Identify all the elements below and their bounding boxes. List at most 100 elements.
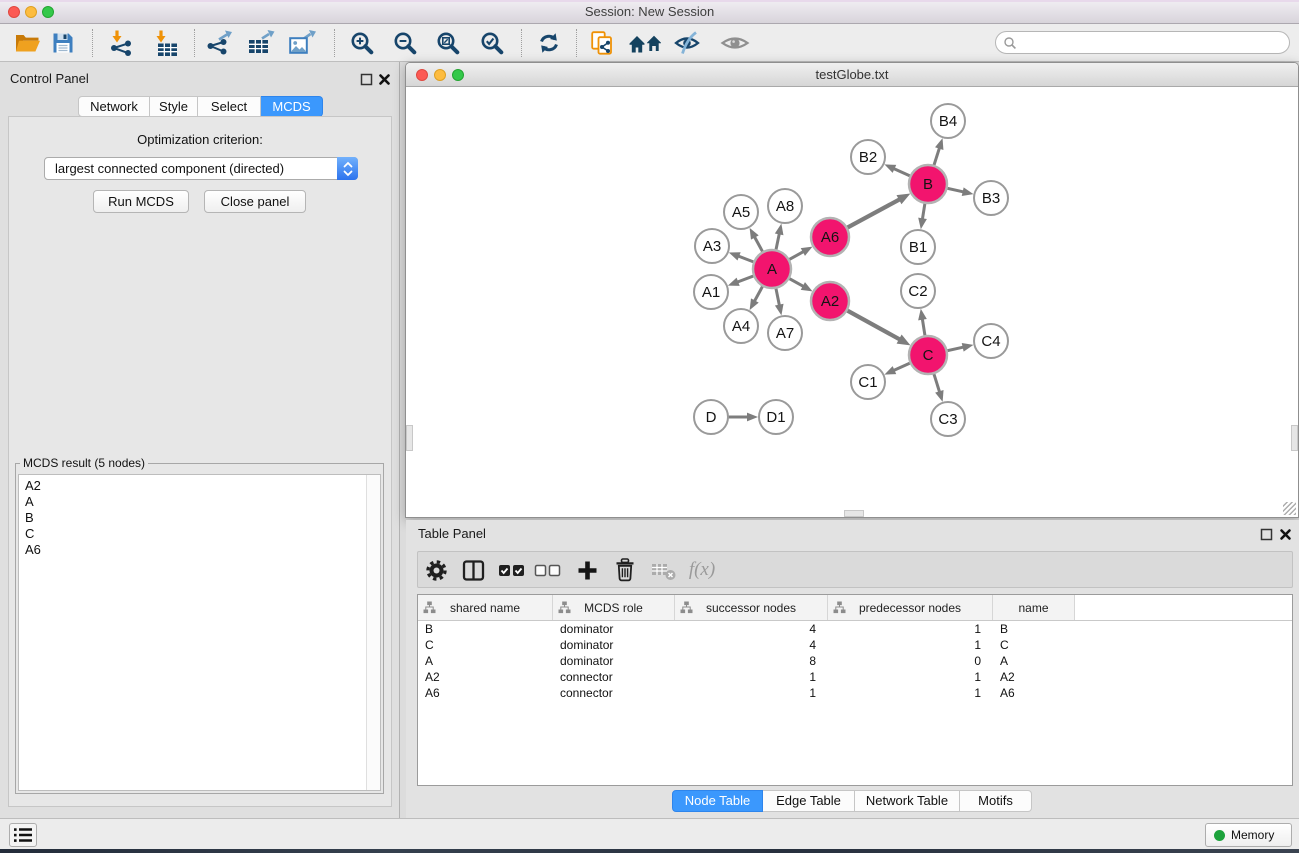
- close-table-panel-button[interactable]: [1277, 528, 1293, 544]
- canvas-right-scrollbar[interactable]: [1291, 425, 1298, 451]
- graph-node-A[interactable]: A: [753, 250, 791, 288]
- mcds-result-item[interactable]: C: [19, 526, 380, 542]
- resize-grip[interactable]: [1283, 502, 1296, 515]
- mcds-result-item[interactable]: A6: [19, 542, 380, 558]
- canvas-bottom-scrollbar[interactable]: [844, 510, 864, 517]
- mcds-result-item[interactable]: A2: [19, 478, 380, 494]
- graph-node-D[interactable]: D: [694, 400, 728, 434]
- export-network-button[interactable]: [201, 26, 237, 60]
- canvas-left-scrollbar[interactable]: [406, 425, 413, 451]
- task-history-button[interactable]: [9, 823, 37, 847]
- graph-node-B3[interactable]: B3: [974, 181, 1008, 215]
- table-cell[interactable]: A: [418, 653, 553, 669]
- graph-node-A5[interactable]: A5: [724, 195, 758, 229]
- neighbors-button[interactable]: [628, 26, 664, 60]
- graph-node-C[interactable]: C: [909, 336, 947, 374]
- table-cell[interactable]: 1: [828, 685, 993, 701]
- graph-node-A7[interactable]: A7: [768, 316, 802, 350]
- column-header-successor-nodes[interactable]: successor nodes: [675, 595, 828, 620]
- graph-node-C3[interactable]: C3: [931, 402, 965, 436]
- table-cell[interactable]: 1: [675, 669, 828, 685]
- import-table-button[interactable]: [148, 26, 184, 60]
- table-cell[interactable]: 1: [828, 621, 993, 637]
- table-options-button[interactable]: [420, 555, 452, 585]
- table-cell[interactable]: B: [993, 621, 1075, 637]
- table-cell[interactable]: C: [993, 637, 1075, 653]
- table-cell[interactable]: A: [993, 653, 1075, 669]
- graph-node-C1[interactable]: C1: [851, 365, 885, 399]
- graph-node-B4[interactable]: B4: [931, 104, 965, 138]
- memory-button[interactable]: Memory: [1205, 823, 1292, 847]
- hide-selected-button[interactable]: [670, 26, 706, 60]
- table-cell[interactable]: C: [418, 637, 553, 653]
- table-cell[interactable]: A6: [993, 685, 1075, 701]
- tab-motifs[interactable]: Motifs: [960, 790, 1032, 812]
- tab-select[interactable]: Select: [198, 96, 261, 117]
- network-canvas[interactable]: B4 B2 B B3 A8 A5 A6 A3 B1 A A1 C2 A2 A4 A7 C4 C C1 C3 D D1: [406, 87, 1298, 517]
- graph-node-B2[interactable]: B2: [851, 140, 885, 174]
- table-cell[interactable]: 0: [828, 653, 993, 669]
- float-table-panel-button[interactable]: [1258, 528, 1274, 544]
- graph-node-D1[interactable]: D1: [759, 400, 793, 434]
- save-session-button[interactable]: [45, 26, 81, 60]
- graph-node-C4[interactable]: C4: [974, 324, 1008, 358]
- table-cell[interactable]: 1: [828, 669, 993, 685]
- tab-mcds[interactable]: MCDS: [261, 96, 323, 117]
- graph-node-A3[interactable]: A3: [695, 229, 729, 263]
- scrollbar[interactable]: [366, 475, 380, 790]
- search-input[interactable]: [1017, 32, 1289, 53]
- select-all-button[interactable]: [495, 555, 527, 585]
- table-row[interactable]: Bdominator41B: [418, 621, 1292, 637]
- table-cell[interactable]: connector: [553, 685, 675, 701]
- add-column-button[interactable]: [571, 555, 603, 585]
- tab-network[interactable]: Network: [78, 96, 150, 117]
- table-cell[interactable]: 1: [828, 637, 993, 653]
- table-cell[interactable]: dominator: [553, 653, 675, 669]
- table-cell[interactable]: 4: [675, 621, 828, 637]
- tab-node-table[interactable]: Node Table: [672, 790, 763, 812]
- export-table-button[interactable]: [243, 26, 279, 60]
- zoom-out-button[interactable]: [387, 26, 423, 60]
- table-row[interactable]: A6connector11A6: [418, 685, 1292, 701]
- zoom-fit-button[interactable]: [430, 26, 466, 60]
- close-panel-action-button[interactable]: Close panel: [204, 190, 306, 213]
- graph-node-A8[interactable]: A8: [768, 189, 802, 223]
- deselect-all-button[interactable]: [531, 555, 563, 585]
- table-cell[interactable]: B: [418, 621, 553, 637]
- float-panel-button[interactable]: [358, 73, 374, 89]
- graph-node-A2[interactable]: A2: [811, 282, 849, 320]
- graph-node-A1[interactable]: A1: [694, 275, 728, 309]
- graph-node-C2[interactable]: C2: [901, 274, 935, 308]
- graph-node-B1[interactable]: B1: [901, 230, 935, 264]
- delete-column-button[interactable]: [609, 555, 641, 585]
- network-from-selection-button[interactable]: [584, 26, 620, 60]
- graph-node-A6[interactable]: A6: [811, 218, 849, 256]
- mcds-result-item[interactable]: A: [19, 494, 380, 510]
- table-row[interactable]: Cdominator41C: [418, 637, 1292, 653]
- tab-edge-table[interactable]: Edge Table: [763, 790, 855, 812]
- column-header-name[interactable]: name: [993, 595, 1075, 620]
- optimization-criterion-select[interactable]: largest connected component (directed): [44, 157, 358, 180]
- column-header-predecessor-nodes[interactable]: predecessor nodes: [828, 595, 993, 620]
- import-network-button[interactable]: [103, 26, 139, 60]
- graph-node-A4[interactable]: A4: [724, 309, 758, 343]
- table-cell[interactable]: dominator: [553, 621, 675, 637]
- table-cell[interactable]: connector: [553, 669, 675, 685]
- mcds-result-item[interactable]: B: [19, 510, 380, 526]
- table-cell[interactable]: dominator: [553, 637, 675, 653]
- table-cell[interactable]: 1: [675, 685, 828, 701]
- column-header-MCDS-role[interactable]: MCDS role: [553, 595, 675, 620]
- table-cell[interactable]: A2: [993, 669, 1075, 685]
- run-mcds-button[interactable]: Run MCDS: [93, 190, 189, 213]
- zoom-in-button[interactable]: [344, 26, 380, 60]
- table-row[interactable]: Adominator80A: [418, 653, 1292, 669]
- zoom-selected-button[interactable]: [474, 26, 510, 60]
- show-all-button[interactable]: [717, 26, 753, 60]
- function-builder-button[interactable]: f(x): [682, 555, 722, 585]
- refresh-button[interactable]: [531, 26, 567, 60]
- table-cell[interactable]: A6: [418, 685, 553, 701]
- graph-node-B[interactable]: B: [909, 165, 947, 203]
- column-header-shared-name[interactable]: shared name: [418, 595, 553, 620]
- tab-network-table[interactable]: Network Table: [855, 790, 960, 812]
- show-columns-button[interactable]: [457, 555, 489, 585]
